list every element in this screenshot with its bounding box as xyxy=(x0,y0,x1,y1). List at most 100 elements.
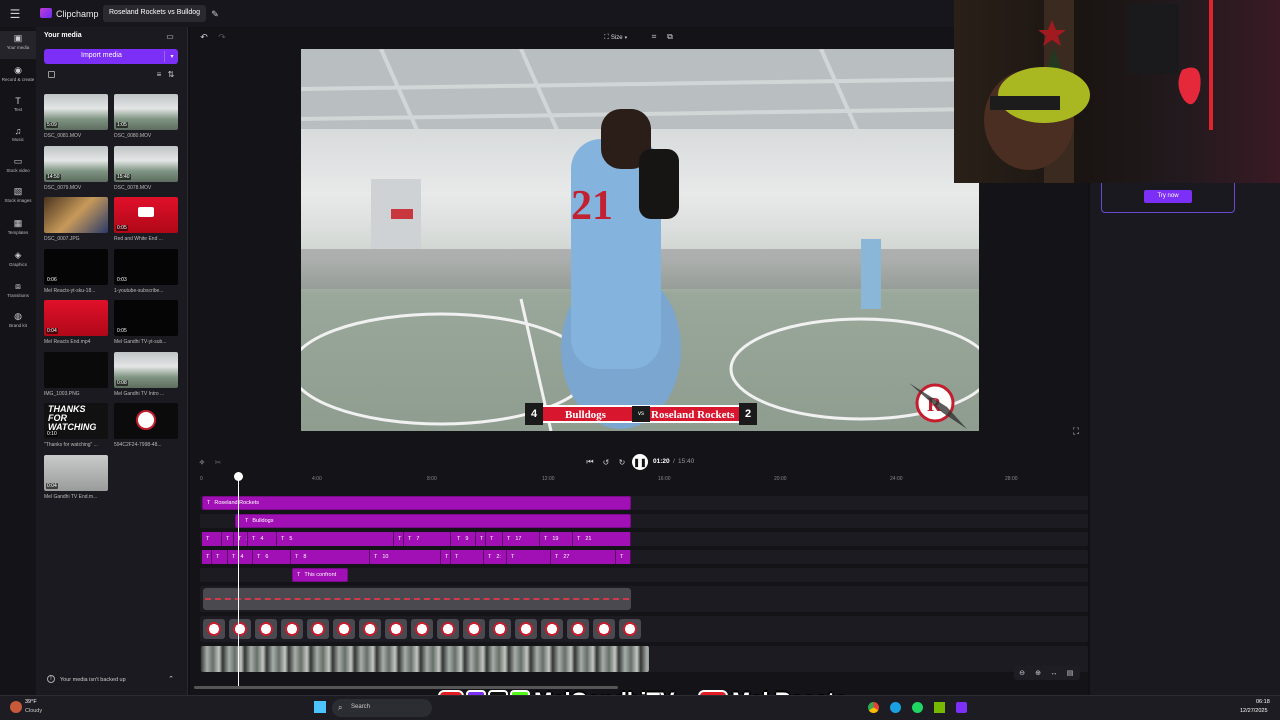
text-clip-segment[interactable]: T xyxy=(441,550,451,564)
playhead[interactable] xyxy=(238,472,239,686)
text-clip-roseland[interactable]: T Roseland Rockets xyxy=(202,496,631,510)
text-clip-segment[interactable]: T5 xyxy=(277,532,394,546)
logo-clip[interactable] xyxy=(437,619,459,639)
audio-clip[interactable] xyxy=(203,588,631,610)
media-thumbnail[interactable]: 5:09 xyxy=(44,94,108,130)
logo-clip[interactable] xyxy=(515,619,537,639)
text-clip-confront[interactable]: T This confront xyxy=(292,568,348,582)
logo-clip[interactable] xyxy=(593,619,615,639)
magic-edit-icon[interactable]: ✎ xyxy=(208,7,222,21)
media-thumbnail[interactable] xyxy=(114,403,178,439)
text-clip-segment[interactable]: T 2: xyxy=(484,550,507,564)
logo-clip[interactable] xyxy=(359,619,381,639)
fullscreen-icon[interactable]: ⛶ xyxy=(1070,425,1082,437)
chrome-icon[interactable] xyxy=(868,702,879,713)
logo-clip[interactable] xyxy=(307,619,329,639)
video-clip-strip[interactable] xyxy=(201,646,649,672)
layout-icon[interactable]: ⧉ xyxy=(664,31,676,43)
size-button[interactable]: ⛶ Size ▾ xyxy=(604,31,642,44)
media-thumbnail[interactable]: 0:08 xyxy=(114,351,178,388)
rail-item-brand[interactable]: ◍ Brand kit xyxy=(0,309,36,337)
text-clip-bulldogs[interactable]: T Bulldogs xyxy=(235,514,631,528)
rail-item-camera[interactable]: ◉ Record & create xyxy=(0,63,36,91)
text-clip-segment[interactable]: T9 xyxy=(453,532,476,546)
logo-clip[interactable] xyxy=(255,619,277,639)
media-thumbnail[interactable]: 0:05 xyxy=(114,197,178,233)
text-clip-segment[interactable]: T7 xyxy=(404,532,451,546)
text-clip-segment[interactable]: T xyxy=(616,550,631,564)
logo-clip[interactable] xyxy=(567,619,589,639)
text-clip-segment[interactable]: T xyxy=(202,532,222,546)
crop-icon[interactable]: ⌗ xyxy=(648,31,660,43)
try-now-button[interactable]: Try now xyxy=(1144,190,1192,203)
media-thumbnail[interactable]: 15:40 xyxy=(114,145,178,182)
rail-item-transition[interactable]: ⧈ Transitions xyxy=(0,279,36,307)
forward-icon[interactable]: ↻ xyxy=(616,456,628,468)
media-thumbnail[interactable]: 14:50 xyxy=(44,145,108,182)
media-thumbnail[interactable]: 0:03 xyxy=(114,248,178,285)
rail-item-image[interactable]: ▧ Stock images xyxy=(0,184,36,212)
text-clip-segment[interactable]: T xyxy=(212,550,228,564)
rail-item-shapes[interactable]: ◈ Graphics xyxy=(0,248,36,276)
logo-clip[interactable] xyxy=(489,619,511,639)
rewind-icon[interactable]: ↺ xyxy=(600,456,612,468)
media-thumbnail[interactable]: 0:04 xyxy=(44,454,108,491)
magic-wand-icon[interactable]: ✧ xyxy=(196,456,208,468)
logo-clip[interactable] xyxy=(229,619,251,639)
text-clip-segment[interactable]: T 27 xyxy=(551,550,616,564)
rail-item-text[interactable]: T Text xyxy=(0,93,36,121)
taskbar-search[interactable]: ⌕ Search xyxy=(332,699,432,717)
media-thumbnail[interactable]: 0:04 xyxy=(44,300,108,336)
rail-item-folder[interactable]: ▣ Your media xyxy=(0,31,36,59)
redo-icon[interactable]: ↷ xyxy=(216,31,228,43)
pause-button[interactable]: ❚❚ xyxy=(632,454,648,470)
video-preview[interactable]: 21 4 Bulldogs vs Roseland Rockets 2 R xyxy=(301,49,979,431)
text-clip-segment[interactable]: T xyxy=(476,532,486,546)
zoom-in-icon[interactable]: ⊕ xyxy=(1033,668,1043,678)
logo-clip[interactable] xyxy=(411,619,433,639)
skip-back-icon[interactable]: ⏮ xyxy=(584,456,596,468)
text-clip-segment[interactable]: T6 xyxy=(253,550,291,564)
project-title-field[interactable]: Roseland Rockets vs Bulldog xyxy=(103,5,207,22)
text-clip-segment[interactable]: T xyxy=(486,532,503,546)
nvidia-icon[interactable] xyxy=(934,702,945,713)
spotify-icon[interactable] xyxy=(912,702,923,713)
text-clip-segment[interactable]: T 21 xyxy=(573,532,631,546)
logo-clip[interactable] xyxy=(333,619,355,639)
edge-icon[interactable] xyxy=(890,702,901,713)
text-clip-segment[interactable]: T3 xyxy=(234,532,248,546)
logo-clip[interactable] xyxy=(385,619,407,639)
text-clip-segment[interactable]: T xyxy=(451,550,484,564)
media-thumbnail[interactable]: 0:06 xyxy=(44,248,108,285)
media-thumbnail[interactable] xyxy=(44,351,108,388)
menu-icon[interactable]: ☰ xyxy=(8,7,22,21)
text-clip-segment[interactable]: T 19 xyxy=(540,532,573,546)
text-clip-segment[interactable]: T4 xyxy=(248,532,277,546)
playhead-handle[interactable] xyxy=(234,472,243,481)
logo-clip[interactable] xyxy=(463,619,485,639)
logo-clip[interactable] xyxy=(541,619,563,639)
split-icon[interactable]: ✂ xyxy=(212,456,224,468)
chevron-up-icon[interactable]: ⌃ xyxy=(166,674,176,684)
text-clip-segment[interactable]: T xyxy=(222,532,234,546)
text-clip-segment[interactable]: T8 xyxy=(291,550,370,564)
fit-timeline-icon[interactable]: ↔ xyxy=(1049,668,1059,678)
media-thumbnail[interactable] xyxy=(44,197,108,233)
text-clip-segment[interactable]: T 17 xyxy=(503,532,540,546)
rail-item-music[interactable]: ♫ Music xyxy=(0,123,36,151)
windows-start-icon[interactable] xyxy=(314,701,326,713)
text-clip-segment[interactable]: T 10 xyxy=(370,550,441,564)
logo-clip[interactable] xyxy=(619,619,641,639)
rail-item-template[interactable]: ▦ Templates xyxy=(0,216,36,244)
text-clip-segment[interactable]: T xyxy=(202,550,212,564)
logo-clip[interactable] xyxy=(203,619,225,639)
text-clip-segment[interactable]: T4 xyxy=(228,550,253,564)
timeline-settings-icon[interactable]: ▤ xyxy=(1065,668,1075,678)
text-clip-segment[interactable]: T xyxy=(507,550,551,564)
logo-clip[interactable] xyxy=(281,619,303,639)
undo-icon[interactable]: ↶ xyxy=(198,31,210,43)
clipchamp-task-icon[interactable] xyxy=(956,702,967,713)
media-thumbnail[interactable]: THANKS FOR WATCHING 0:10 xyxy=(44,403,108,439)
media-thumbnail[interactable]: 0:05 xyxy=(114,300,178,336)
zoom-out-icon[interactable]: ⊖ xyxy=(1017,668,1027,678)
